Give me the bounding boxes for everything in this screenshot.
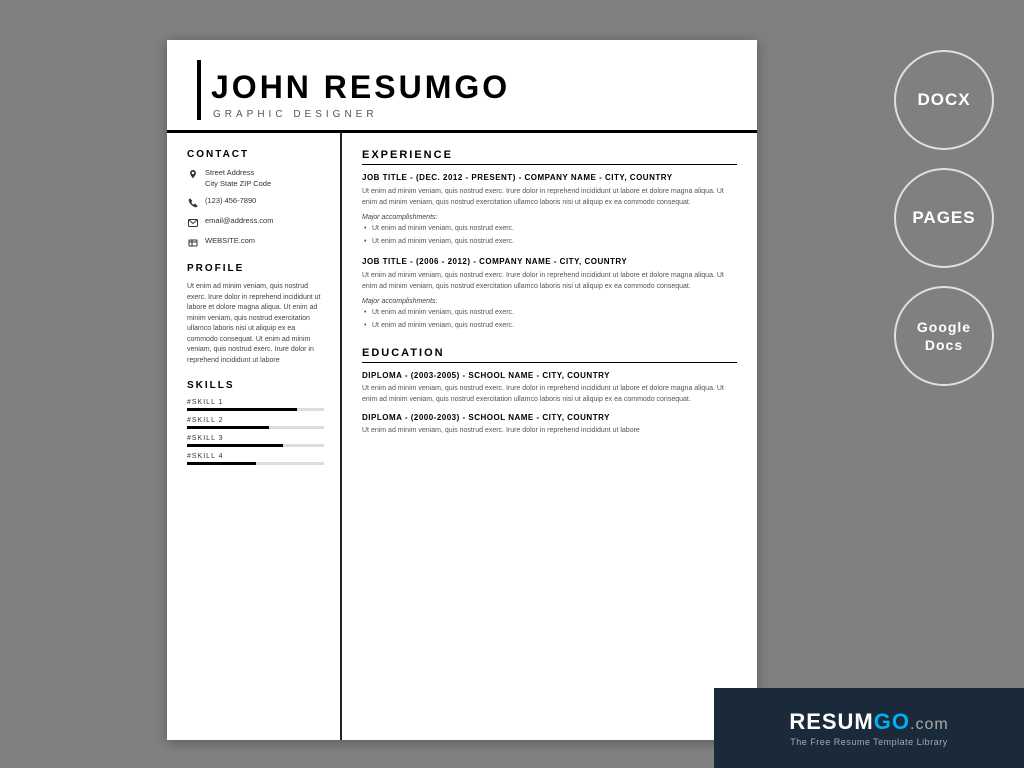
- skill-name: #SKILL 2: [187, 417, 324, 424]
- skills-section-title: SKILLS: [187, 380, 324, 391]
- right-panel: DOCX PAGES GoogleDocs: [864, 0, 1024, 768]
- job-title: JOB TITLE - (2006 - 2012) - COMPANY NAME…: [362, 257, 737, 266]
- edu-item-1: DIPLOMA - (2000-2003) - SCHOOL NAME - Ci…: [362, 413, 737, 437]
- job-item-1: JOB TITLE - (2006 - 2012) - COMPANY NAME…: [362, 257, 737, 331]
- resume-header: JOHN RESUMGO GRAPHIC DESIGNER: [167, 40, 757, 133]
- job-title: JOB TITLE - (DEC. 2012 - PRESENT) - COMP…: [362, 173, 737, 182]
- skill-item: #SKILL 1: [187, 399, 324, 411]
- skills-list: #SKILL 1 #SKILL 2 #SKILL 3 #SKILL 4: [187, 399, 324, 465]
- edu-title: DIPLOMA - (2000-2003) - SCHOOL NAME - Ci…: [362, 413, 737, 422]
- google-docs-label: GoogleDocs: [917, 318, 971, 354]
- docx-button[interactable]: DOCX: [894, 50, 994, 150]
- resume-left-column: CONTACT Street Address City State ZIP Co…: [167, 133, 342, 740]
- contact-address-text: Street Address City State ZIP Code: [205, 168, 271, 189]
- contact-phone-text: (123) 456-7890: [205, 196, 256, 207]
- job-item-0: JOB TITLE - (DEC. 2012 - PRESENT) - COMP…: [362, 173, 737, 247]
- brand-go: GO: [874, 709, 910, 734]
- experience-list: JOB TITLE - (DEC. 2012 - PRESENT) - COMP…: [362, 173, 737, 331]
- profile-text: Ut enim ad minim veniam, quis nostrud ex…: [187, 282, 324, 366]
- job-desc: Ut enim ad minim veniam, quis nostrud ex…: [362, 271, 737, 292]
- contact-section-title: CONTACT: [187, 149, 324, 160]
- skill-item: #SKILL 2: [187, 417, 324, 429]
- contact-email: email@address.com: [187, 216, 324, 229]
- pages-label: PAGES: [912, 208, 975, 228]
- resume-body: CONTACT Street Address City State ZIP Co…: [167, 133, 757, 740]
- job-desc: Ut enim ad minim veniam, quis nostrud ex…: [362, 187, 737, 208]
- google-docs-button-wrapper: GoogleDocs: [894, 286, 994, 386]
- pages-button-wrapper: PAGES: [894, 168, 994, 268]
- bottom-bar: RESUMGO.com The Free Resume Template Lib…: [714, 688, 1024, 768]
- resume-sheet: JOHN RESUMGO GRAPHIC DESIGNER CONTACT St…: [167, 40, 757, 740]
- skill-name: #SKILL 4: [187, 453, 324, 460]
- skill-bar-background: [187, 462, 324, 465]
- contact-phone: (123) 456-7890: [187, 196, 324, 209]
- accomplishments-label: Major accomplishments:: [362, 214, 737, 221]
- brand-com: .com: [910, 716, 949, 733]
- skill-bar-fill: [187, 408, 297, 411]
- resume-title: GRAPHIC DESIGNER: [197, 109, 727, 120]
- contact-email-text: email@address.com: [205, 216, 273, 227]
- pages-button[interactable]: PAGES: [894, 168, 994, 268]
- location-icon: [187, 169, 199, 181]
- skill-name: #SKILL 1: [187, 399, 324, 406]
- docx-label: DOCX: [917, 90, 970, 110]
- page-wrapper: JOHN RESUMGO GRAPHIC DESIGNER CONTACT St…: [0, 0, 1024, 768]
- email-icon: [187, 217, 199, 229]
- edu-title: DIPLOMA - (2003-2005) - SCHOOL NAME - Ci…: [362, 371, 737, 380]
- education-section-title: EDUCATION: [362, 347, 737, 363]
- accomplishment-item: Ut enim ad minim veniam, quis nostrud ex…: [362, 237, 737, 248]
- google-docs-button[interactable]: GoogleDocs: [894, 286, 994, 386]
- resume-name: JOHN RESUMGO: [197, 70, 727, 105]
- edu-item-0: DIPLOMA - (2003-2005) - SCHOOL NAME - Ci…: [362, 371, 737, 405]
- skill-item: #SKILL 3: [187, 435, 324, 447]
- skill-item: #SKILL 4: [187, 453, 324, 465]
- accomplishments-label: Major accomplishments:: [362, 298, 737, 305]
- contact-website-text: WEBSITE.com: [205, 236, 255, 247]
- contact-address: Street Address City State ZIP Code: [187, 168, 324, 189]
- skill-bar-background: [187, 444, 324, 447]
- edu-desc: Ut enim ad minim veniam, quis nostrud ex…: [362, 426, 737, 437]
- skill-bar-fill: [187, 444, 283, 447]
- accomplishment-item: Ut enim ad minim veniam, quis nostrud ex…: [362, 308, 737, 319]
- docx-button-wrapper: DOCX: [894, 50, 994, 150]
- resume-right-column: EXPERIENCE JOB TITLE - (DEC. 2012 - PRES…: [342, 133, 757, 740]
- brand-name: RESUMGO.com: [789, 709, 948, 735]
- edu-desc: Ut enim ad minim veniam, quis nostrud ex…: [362, 384, 737, 405]
- accomplishment-item: Ut enim ad minim veniam, quis nostrud ex…: [362, 224, 737, 235]
- resume-area: JOHN RESUMGO GRAPHIC DESIGNER CONTACT St…: [0, 0, 864, 768]
- skill-bar-background: [187, 408, 324, 411]
- website-icon: [187, 237, 199, 249]
- contact-website: WEBSITE.com: [187, 236, 324, 249]
- brand-tagline: The Free Resume Template Library: [790, 737, 947, 747]
- experience-section-title: EXPERIENCE: [362, 149, 737, 165]
- profile-section-title: PROFILE: [187, 263, 324, 274]
- education-list: DIPLOMA - (2003-2005) - SCHOOL NAME - Ci…: [362, 371, 737, 437]
- skill-name: #SKILL 3: [187, 435, 324, 442]
- skill-bar-fill: [187, 462, 256, 465]
- brand-resum: RESUM: [789, 709, 873, 734]
- skill-bar-fill: [187, 426, 269, 429]
- phone-icon: [187, 197, 199, 209]
- accomplishment-item: Ut enim ad minim veniam, quis nostrud ex…: [362, 321, 737, 332]
- skill-bar-background: [187, 426, 324, 429]
